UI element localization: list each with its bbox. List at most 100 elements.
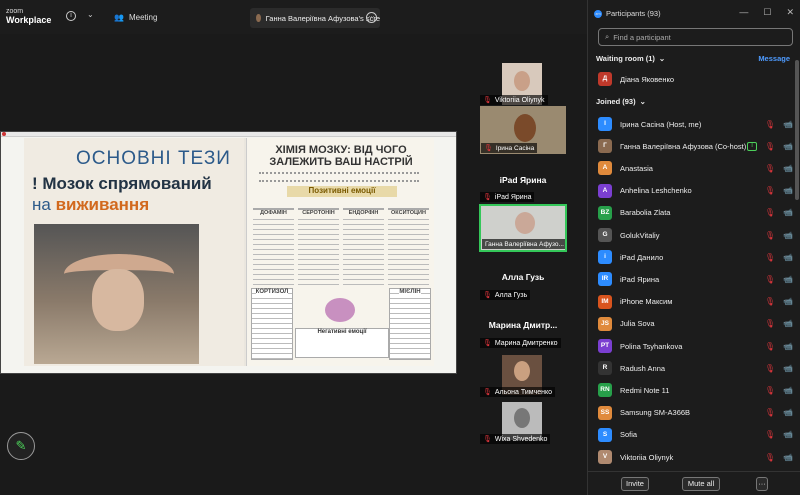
more-icon[interactable]: ··· bbox=[366, 12, 377, 23]
participant-row[interactable]: PT Polina Tsyhankova 🎙 📹 bbox=[598, 337, 793, 355]
video-name: Ганна Валеріївна Афузо... bbox=[485, 240, 564, 248]
maximize-icon[interactable]: ☐ bbox=[763, 7, 771, 18]
participant-status-icons: 🎙 📹 bbox=[765, 453, 793, 462]
zoom-small-icon: zm bbox=[594, 9, 602, 18]
negative-emotions-label: Негативні емоції bbox=[295, 328, 389, 358]
mic-off-icon[interactable]: 🎙 bbox=[765, 342, 775, 351]
video-off-icon[interactable]: 📹 bbox=[783, 120, 793, 129]
mic-off-icon[interactable]: 🎙 bbox=[765, 364, 775, 373]
mic-off-icon[interactable]: 🎙 bbox=[765, 186, 775, 195]
participant-row[interactable]: Г Ганна Валеріївна Афузова (Co-host) T 🎙 📹 bbox=[598, 137, 793, 155]
mic-off-icon[interactable]: 🎙 bbox=[765, 208, 775, 217]
shared-screen[interactable]: ОСНОВНІ ТЕЗИ ! Мозок спрямований на вижи… bbox=[0, 131, 457, 374]
participant-status-icons: 🎙 📹 bbox=[765, 319, 793, 328]
avatar: RN bbox=[598, 383, 612, 398]
mic-off-icon[interactable]: 🎙 bbox=[765, 297, 775, 306]
meeting-label: Meeting bbox=[128, 13, 158, 22]
video-tile[interactable]: 🎙 Ірина Сасіна bbox=[480, 106, 566, 154]
participant-name: Anhelina Leshchenko bbox=[620, 186, 692, 196]
participant-name: iPad Данило bbox=[620, 252, 664, 262]
video-name: Алла Гузь bbox=[494, 291, 528, 299]
share-tab[interactable]: Ганна Валеріївна Афузова's scre ··· bbox=[250, 8, 380, 28]
hormone-column: ЕНДОРФІН bbox=[343, 208, 384, 286]
video-off-icon[interactable]: 📹 bbox=[783, 364, 793, 373]
mic-off-icon[interactable]: 🎙 bbox=[765, 408, 775, 417]
participant-row[interactable]: SS Samsung SM-A366B 🎙 📹 bbox=[598, 404, 793, 422]
search-icon: ⌕ bbox=[605, 32, 610, 41]
avatar: JS bbox=[598, 316, 612, 331]
mic-off-icon[interactable]: 🎙 bbox=[765, 231, 775, 240]
video-off-icon[interactable]: 📹 bbox=[783, 142, 793, 151]
participant-status-icons: 🎙 📹 bbox=[765, 208, 793, 217]
participant-row[interactable]: i iPad Данило 🎙 📹 bbox=[598, 248, 793, 266]
close-icon[interactable]: ✕ bbox=[786, 7, 794, 18]
participant-name: iPad Ярина bbox=[620, 274, 660, 284]
minimize-icon[interactable]: — bbox=[739, 7, 748, 18]
mute-all-button[interactable]: Mute all bbox=[682, 477, 720, 491]
invite-button[interactable]: Invite bbox=[621, 477, 649, 491]
participant-row[interactable]: S Sofia 🎙 📹 bbox=[598, 426, 793, 444]
brain-icon bbox=[325, 298, 355, 322]
mic-off-icon[interactable]: 🎙 bbox=[765, 453, 775, 462]
video-off-icon[interactable]: 📹 bbox=[783, 275, 793, 284]
annotate-pencil-icon[interactable]: ✎ bbox=[7, 432, 35, 460]
video-off-icon[interactable]: 📹 bbox=[783, 408, 793, 417]
mic-off-icon[interactable]: 🎙 bbox=[765, 430, 775, 439]
mic-off-icon[interactable]: 🎙 bbox=[765, 164, 775, 173]
zoom-logo: zoom Workplace bbox=[6, 7, 51, 25]
participant-row[interactable]: JS Julia Sova 🎙 📹 bbox=[598, 315, 793, 333]
video-off-icon[interactable]: 📹 bbox=[783, 342, 793, 351]
chevron-down-icon[interactable]: ⌄ bbox=[87, 10, 94, 19]
mic-off-icon: 🎙 bbox=[483, 340, 492, 347]
more-button[interactable]: ··· bbox=[756, 477, 768, 491]
message-button[interactable]: Message bbox=[758, 54, 790, 63]
waiting-room-header[interactable]: Waiting room (1) ⌄ bbox=[596, 54, 665, 63]
mic-off-icon[interactable]: 🎙 bbox=[765, 120, 775, 129]
video-off-icon[interactable]: 📹 bbox=[783, 453, 793, 462]
slide-title-prefix: на bbox=[32, 195, 56, 214]
participant-row[interactable]: G GolukVitaliy 🎙 📹 bbox=[598, 226, 793, 244]
participant-row[interactable]: A Anhelina Leshchenko 🎙 📹 bbox=[598, 182, 793, 200]
video-off-icon[interactable]: 📹 bbox=[783, 319, 793, 328]
participant-row[interactable]: BZ Barabolia Zlata 🎙 📹 bbox=[598, 204, 793, 222]
participant-row[interactable]: RN Redmi Note 11 🎙 📹 bbox=[598, 381, 793, 399]
participant-row[interactable]: IR iPad Ярина 🎙 📹 bbox=[598, 270, 793, 288]
video-name: Wixa Shvedenko bbox=[494, 435, 548, 443]
mic-off-icon[interactable]: 🎙 bbox=[765, 142, 775, 151]
video-off-icon[interactable]: 📹 bbox=[783, 164, 793, 173]
participant-row[interactable]: І Ірина Сасіна (Host, me) 🎙 📹 bbox=[598, 115, 793, 133]
video-off-icon[interactable]: 📹 bbox=[783, 208, 793, 217]
video-off-icon[interactable]: 📹 bbox=[783, 430, 793, 439]
participant-status-icons: 🎙 📹 bbox=[765, 253, 793, 262]
participant-row[interactable]: R Radush Anna 🎙 📹 bbox=[598, 359, 793, 377]
hormone-column: ОКСИТОЦИН bbox=[388, 208, 429, 286]
participant-row[interactable]: A Anastasia 🎙 📹 bbox=[598, 159, 793, 177]
positive-emotions-label: Позитивні емоції bbox=[287, 186, 397, 197]
mic-off-icon[interactable]: 🎙 bbox=[765, 386, 775, 395]
video-off-icon[interactable]: 📹 bbox=[783, 297, 793, 306]
video-off-icon[interactable]: 📹 bbox=[783, 186, 793, 195]
participant-search-input[interactable]: ⌕ Find a participant bbox=[598, 28, 793, 46]
participant-row[interactable]: V Viktoriia Oliynyk 🎙 📹 bbox=[598, 448, 793, 466]
scrollbar[interactable] bbox=[795, 60, 799, 200]
joined-header[interactable]: Joined (93) ⌄ bbox=[596, 97, 646, 106]
mic-off-icon[interactable]: 🎙 bbox=[765, 275, 775, 284]
talking-icon: T bbox=[747, 141, 757, 151]
mic-off-icon[interactable]: 🎙 bbox=[765, 319, 775, 328]
video-tile-active[interactable]: Ганна Валеріївна Афузо...🎙 bbox=[479, 204, 567, 252]
meeting-menu[interactable]: 👥 Meeting bbox=[114, 13, 157, 22]
video-off-icon[interactable]: 📹 bbox=[783, 253, 793, 262]
info-icon[interactable]: i bbox=[66, 11, 76, 21]
slide-title-line3: на виживання bbox=[32, 195, 149, 215]
participant-row[interactable]: IM iPhone Максим 🎙 📹 bbox=[598, 293, 793, 311]
waiting-participant-row[interactable]: Д Діана Яковенко bbox=[598, 70, 793, 88]
participant-status-icons: 🎙 📹 bbox=[765, 386, 793, 395]
video-off-icon[interactable]: 📹 bbox=[783, 386, 793, 395]
hormone-column: ДОФАМІН bbox=[253, 208, 294, 286]
video-off-icon[interactable]: 📹 bbox=[783, 231, 793, 240]
participant-status-icons: 🎙 📹 bbox=[765, 120, 793, 129]
participant-name: Radush Anna bbox=[620, 363, 666, 373]
avatar: A bbox=[598, 183, 612, 198]
participant-name: Julia Sova bbox=[620, 319, 655, 329]
mic-off-icon[interactable]: 🎙 bbox=[765, 253, 775, 262]
